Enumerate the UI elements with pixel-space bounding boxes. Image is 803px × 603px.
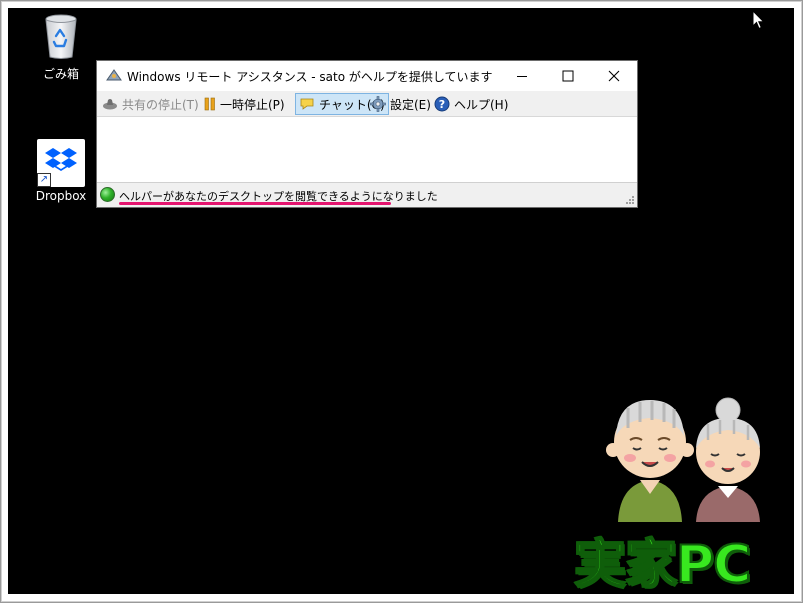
svg-text:?: ? (439, 98, 445, 111)
toolbar: 共有の停止(T) 一時停止(P) チャット(C) 設定(E) ? ヘルプ(H) (97, 91, 637, 117)
mouse-cursor-icon (752, 10, 765, 30)
desktop[interactable]: ごみ箱 ↗ Dropbox Windows リモート アシスタンス - sato… (8, 8, 794, 594)
jikka-pc-label: 実家PC (573, 534, 752, 594)
stop-sharing-button[interactable]: 共有の停止(T) (99, 93, 202, 115)
settings-button[interactable]: 設定(E) (367, 93, 434, 115)
help-button[interactable]: ? ヘルプ(H) (431, 93, 511, 115)
chat-panel[interactable] (97, 117, 637, 183)
resize-grip-icon[interactable] (625, 195, 635, 205)
stop-sharing-icon (102, 97, 118, 111)
maximize-button[interactable] (545, 61, 591, 91)
minimize-button[interactable] (499, 61, 545, 91)
help-label: ヘルプ(H) (454, 97, 509, 112)
chat-bubble-icon (299, 97, 315, 111)
desktop-icon-dropbox[interactable]: ↗ Dropbox (29, 139, 93, 203)
remote-assistance-icon (106, 69, 122, 81)
gear-icon (370, 96, 386, 112)
pause-button[interactable]: 一時停止(P) (201, 93, 288, 115)
window-title: Windows リモート アシスタンス - sato がヘルプを提供しています (127, 70, 493, 84)
settings-label: 設定(E) (390, 97, 431, 112)
stop-sharing-label: 共有の停止(T) (122, 97, 199, 112)
help-icon: ? (434, 96, 450, 112)
desktop-icon-recycle-bin[interactable]: ごみ箱 (29, 14, 93, 82)
minimize-icon (517, 76, 527, 77)
maximize-icon (562, 70, 574, 82)
elderly-couple-illustration (606, 397, 760, 522)
title-bar[interactable]: Windows リモート アシスタンス - sato がヘルプを提供しています (97, 61, 637, 91)
close-button[interactable] (591, 61, 637, 91)
desktop-icon-label: ごみ箱 (42, 67, 79, 81)
connection-status-icon (100, 187, 115, 202)
status-highlight-underline (119, 202, 391, 205)
recycle-bin-icon (45, 14, 77, 59)
dropbox-icon: ↗ (37, 139, 85, 187)
shortcut-arrow-icon: ↗ (37, 173, 51, 187)
close-icon (608, 70, 620, 82)
pause-label: 一時停止(P) (220, 97, 285, 112)
remote-assistance-window[interactable]: Windows リモート アシスタンス - sato がヘルプを提供しています … (96, 60, 638, 208)
desktop-icon-label: Dropbox (35, 189, 87, 203)
pause-icon (204, 97, 216, 111)
status-bar: ヘルパーがあなたのデスクトップを閲覧できるようになりました (97, 183, 637, 207)
